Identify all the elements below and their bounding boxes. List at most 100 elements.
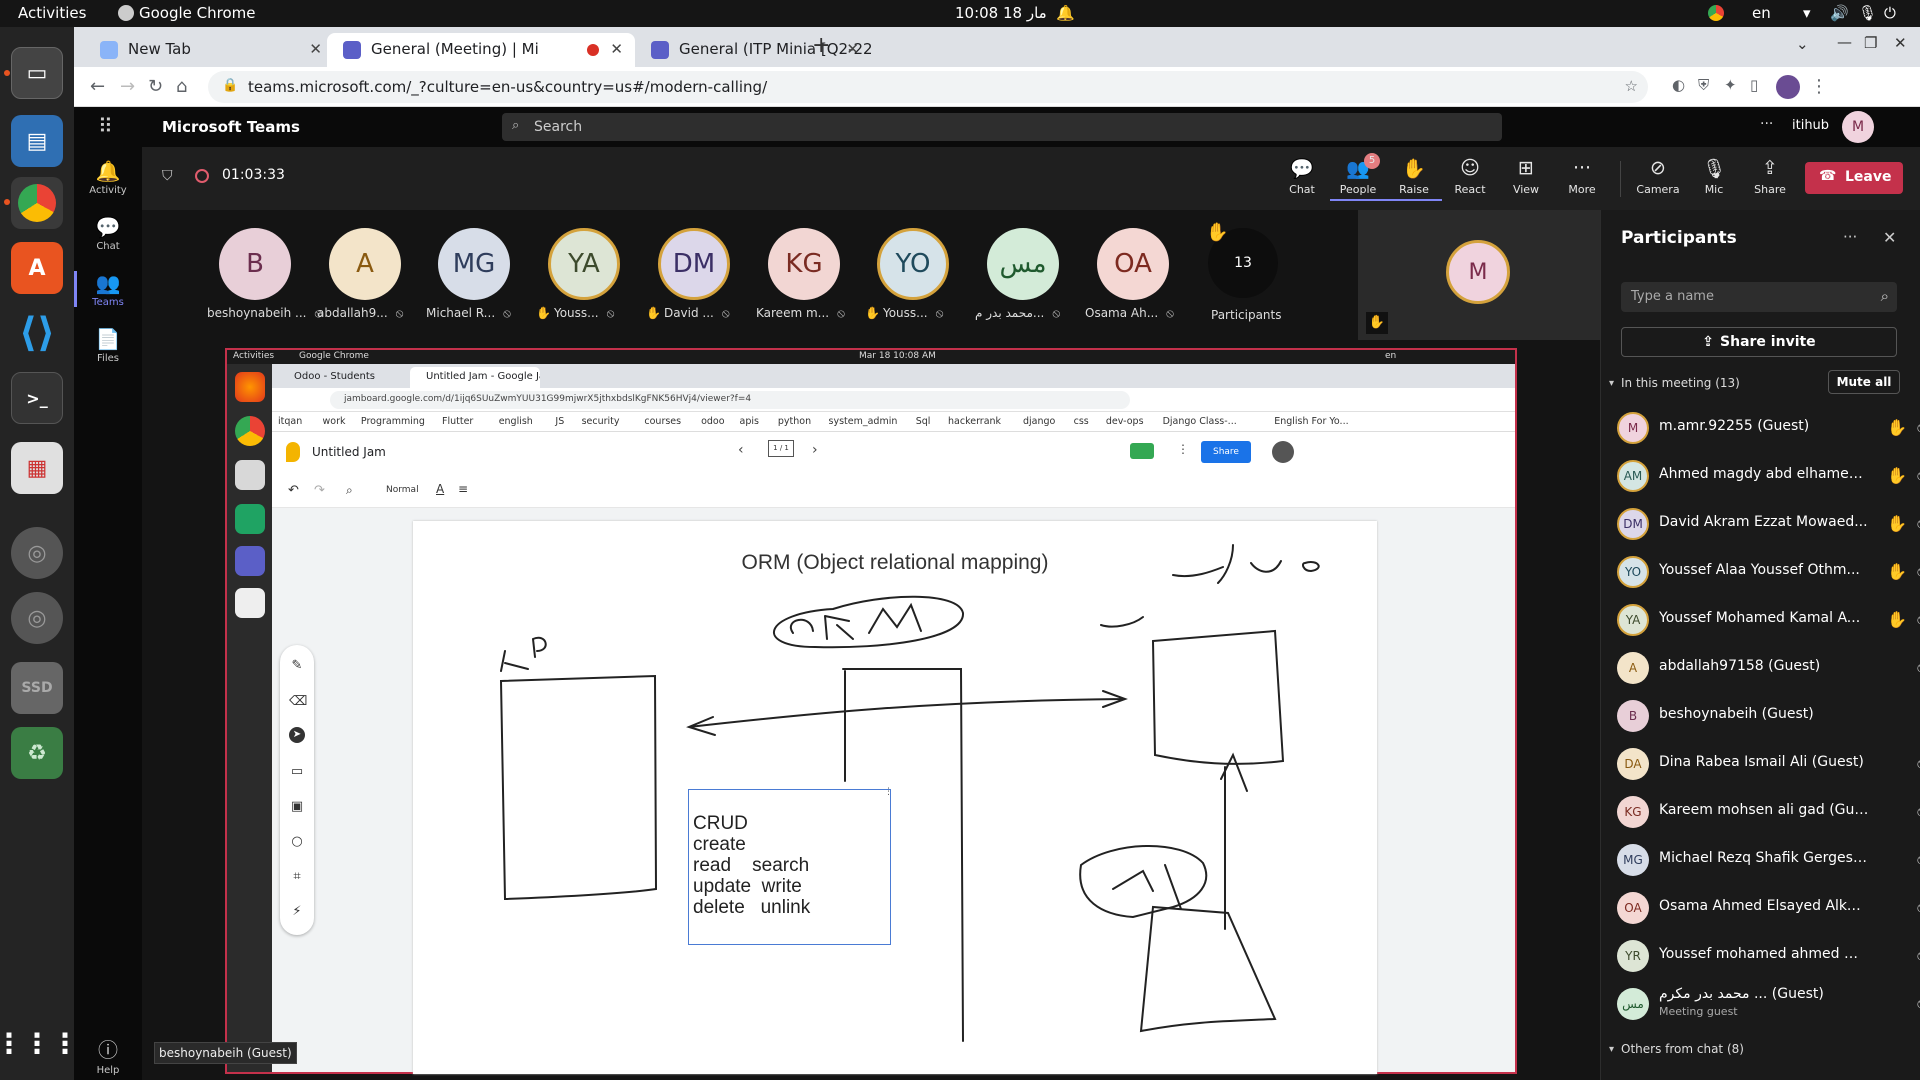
close-icon[interactable]: ✕ [610,40,623,58]
participant-search-input[interactable]: Type a name ⌕ [1621,282,1897,312]
panel-more-icon[interactable]: ··· [1843,228,1857,246]
chevron-down-icon[interactable]: ▾ [1609,378,1614,389]
close-window-button[interactable]: ✕ [1894,34,1907,52]
gallery-avatar[interactable]: A [329,228,401,300]
search-input[interactable]: ⌕ Search [502,113,1502,141]
participant-row[interactable]: DMDavid Akram Ezzat Mowaed...✋⦸ [1617,504,1920,544]
participant-row[interactable]: MGMichael Rezq Shafik Gerges (Gu...⦸ [1617,840,1920,880]
participant-row[interactable]: Bbeshoynabeih (Guest)🎙 [1617,696,1920,736]
participant-row[interactable]: YOYoussef Alaa Youssef Othm...✋⦸ [1617,552,1920,592]
terminal-icon[interactable]: >_ [11,372,63,424]
close-icon[interactable]: ✕ [846,40,859,58]
participant-row[interactable]: DADina Rabea Ismail Ali (Guest)⦸ [1617,744,1920,784]
gallery-avatar[interactable]: OA [1097,228,1169,300]
vscode-icon[interactable]: ⟨⟩ [11,307,63,359]
chrome-dock-icon[interactable] [11,177,63,229]
mic-icon[interactable]: 🎙 [1858,4,1877,22]
chrome-indicator-icon[interactable] [1708,5,1724,21]
extensions-puzzle-icon[interactable]: ✦ [1724,76,1737,94]
others-header[interactable]: Others from chat (8) [1621,1042,1744,1056]
my-avatar[interactable]: M [1842,111,1874,143]
org-name[interactable]: itihub [1792,118,1829,133]
people-button[interactable]: 👥 People 5 [1330,153,1386,201]
gallery-avatar[interactable]: DM [658,228,730,300]
extension-icon-1[interactable]: ◐ [1672,76,1685,94]
disc-icon[interactable]: ◎ [11,527,63,579]
my-video-tile[interactable]: M ✋ [1358,210,1600,340]
tab-teams-meeting[interactable]: General (Meeting) | Mi ✕ [327,33,635,67]
profile-avatar[interactable] [1776,75,1800,99]
chevron-down-icon[interactable]: ▾ [1609,1044,1614,1055]
mute-all-button[interactable]: Mute all [1828,370,1900,394]
address-bar[interactable]: 🔒 teams.microsoft.com/_?culture=en-us&co… [208,71,1648,103]
rail-help[interactable]: ⓘ Help [74,1034,142,1076]
close-icon[interactable]: ✕ [309,40,322,58]
gallery-avatar[interactable]: B [219,228,291,300]
side-panel-icon[interactable]: ▯ [1750,76,1758,94]
rail-chat[interactable]: 💬 Chat [74,215,142,252]
trash-icon[interactable]: ♻ [11,727,63,779]
software-center-icon[interactable]: A [11,242,63,294]
more-button[interactable]: ··· More [1554,157,1610,196]
mic-button[interactable]: 🎙 Mic [1686,157,1742,196]
shield-icon[interactable]: ⛉ [162,168,173,184]
participant-row[interactable]: YAYoussef Mohamed Kamal A...✋⦸ [1617,600,1920,640]
participant-row[interactable]: KGKareem mohsen ali gad (Guest)⦸ [1617,792,1920,832]
volume-icon[interactable]: 🔊 [1830,4,1849,22]
tab-teams-general[interactable]: General (ITP Minia [Q2-22 ✕ [635,33,871,67]
ssd-drive-icon[interactable]: SSD [11,662,63,714]
bookmark-star-icon[interactable]: ☆ [1625,77,1638,95]
participant-row[interactable]: Aabdallah97158 (Guest)⦸ [1617,648,1920,688]
files-drive-icon[interactable]: ▭ [11,47,63,99]
in-meeting-header[interactable]: In this meeting (13) [1621,376,1740,390]
rail-teams[interactable]: 👥 Teams [74,271,142,308]
participant-row[interactable]: OAOsama Ahmed Elsayed Alkatko...⦸ [1617,888,1920,928]
participant-row[interactable]: AMAhmed magdy abd elhamee...✋⦸ [1617,456,1920,496]
wifi-icon[interactable]: ▾ [1803,4,1811,22]
gallery-avatar[interactable]: MG [438,228,510,300]
bookmark-item: courses [644,416,682,427]
rail-files[interactable]: 📄 Files [74,327,142,364]
forward-icon[interactable]: → [120,76,135,97]
participant-row[interactable]: YRYoussef mohamed ahmed moh...⦸ [1617,936,1920,976]
participant-row[interactable]: Mm.amr.92255 (Guest)✋⦸ [1617,408,1920,448]
reload-icon[interactable]: ↻ [148,76,163,97]
view-button[interactable]: ⊞ View [1498,157,1554,196]
raise-hand-button[interactable]: ✋ Raise [1386,157,1442,201]
share-button[interactable]: ⇪ Share [1742,157,1798,196]
extension-icon-2[interactable]: ⛨ [1698,76,1709,94]
gallery-avatar[interactable]: YA [548,228,620,300]
rail-activity[interactable]: 🔔 Activity [74,159,142,196]
more-options-icon[interactable]: ··· [1760,116,1773,132]
tab-search-icon[interactable]: ⌄ [1796,35,1809,53]
clock[interactable]: 10:08 18 مار [955,4,1047,22]
document-viewer-icon[interactable]: ▤ [11,115,63,167]
lock-icon[interactable]: 🔒 [222,78,238,93]
bell-icon[interactable]: 🔔 [1056,4,1075,22]
show-apps-icon[interactable]: ⋮⋮⋮ [0,1017,79,1069]
chat-button[interactable]: 💬 Chat [1274,157,1330,196]
activities-button[interactable]: Activities [18,4,86,22]
participant-row[interactable]: مس محمد بدر مكرم ... (Guest) Meeting guest… [1617,984,1920,1024]
disc-icon-2[interactable]: ◎ [11,592,63,644]
app-launcher-icon[interactable]: ⠿ [98,114,113,138]
camera-button[interactable]: ⊘ Camera [1630,157,1686,196]
gallery-avatar[interactable]: YO [877,228,949,300]
minimize-button[interactable]: — [1837,33,1852,51]
close-icon[interactable]: ✕ [1883,228,1896,247]
language-indicator[interactable]: en [1752,4,1771,22]
gallery-avatar[interactable]: KG [768,228,840,300]
gallery-avatar[interactable]: مس [987,228,1059,300]
tab-new-tab[interactable]: New Tab ✕ [84,33,334,67]
screenshot-app-icon[interactable]: ▦ [11,442,63,494]
power-icon[interactable]: ⏻ [1884,4,1896,22]
app-menu[interactable]: Google Chrome [139,4,256,22]
new-tab-button[interactable]: + [812,33,830,58]
chrome-menu-icon[interactable]: ⋮ [1810,76,1828,97]
react-button[interactable]: ☺ React [1442,157,1498,196]
back-icon[interactable]: ← [90,76,105,97]
home-icon[interactable]: ⌂ [176,76,187,97]
maximize-button[interactable]: ❐ [1864,34,1877,52]
share-invite-button[interactable]: ⇪ Share invite [1621,327,1897,357]
leave-button[interactable]: ☎ Leave [1805,162,1903,194]
